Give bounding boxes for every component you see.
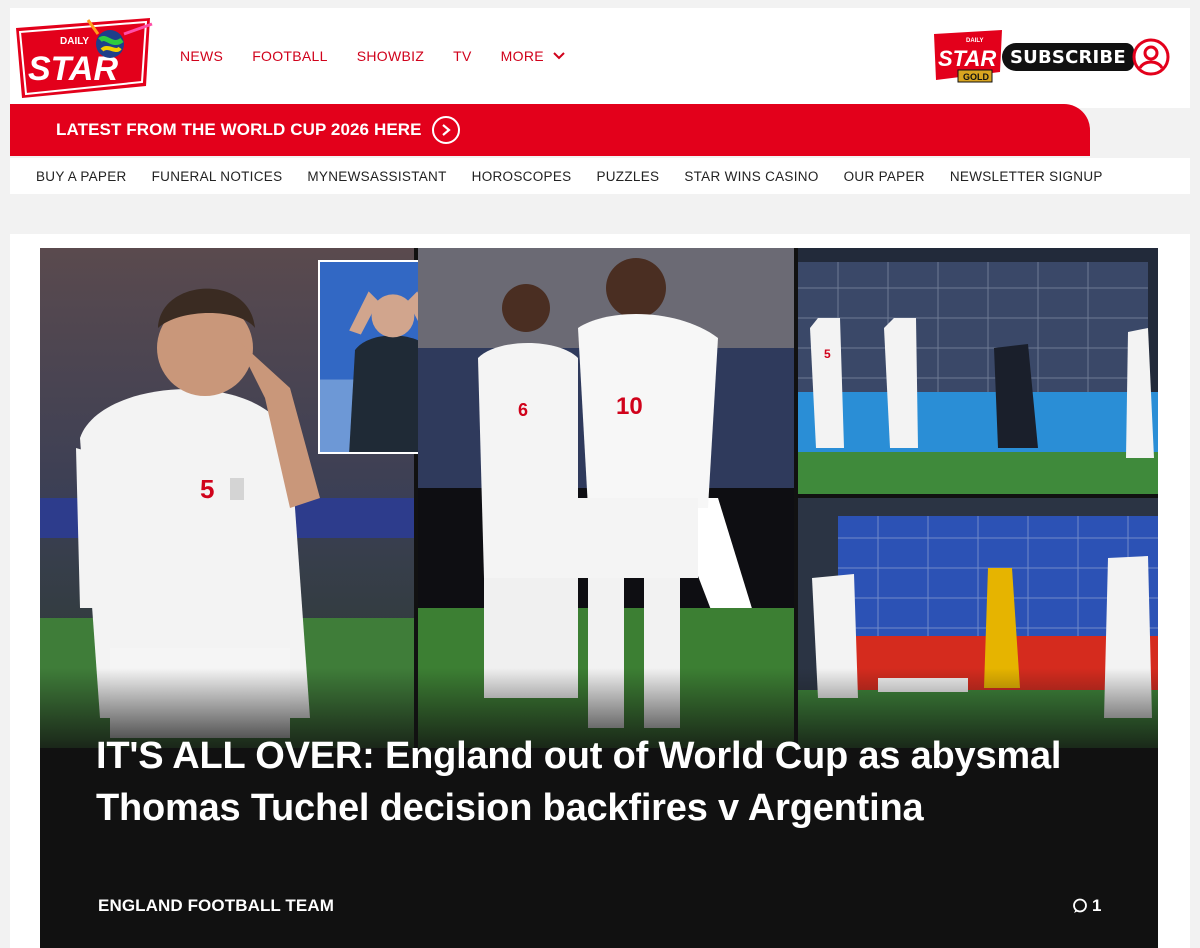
- hero-article[interactable]: 5 6 10 5 IT'S ALL OVER: England out of W…: [40, 248, 1158, 948]
- nav-showbiz[interactable]: SHOWBIZ: [357, 48, 424, 64]
- subnav-newsletter-signup[interactable]: NEWSLETTER SIGNUP: [950, 169, 1103, 184]
- comment-icon: [1073, 898, 1087, 913]
- nav-showbiz-label: SHOWBIZ: [356, 48, 425, 64]
- subnav-star-wins-casino[interactable]: STAR WINS CASINO: [684, 169, 818, 184]
- account-icon[interactable]: [1132, 38, 1170, 76]
- hero-photo-goal-top: 5: [798, 248, 1158, 494]
- gold-small-text: DAILY: [966, 38, 983, 44]
- subnav-puzzles[interactable]: PUZZLES: [596, 169, 659, 184]
- gold-label: GOLD: [963, 72, 989, 82]
- subnav-our-paper[interactable]: OUR PAPER: [844, 169, 925, 184]
- nav-more[interactable]: MORE: [501, 48, 566, 64]
- arrow-right-icon: [431, 116, 460, 144]
- nav-tv-label: TV: [453, 48, 472, 64]
- star-gold-subscribe[interactable]: DAILY STAR GOLD SUBSCRIBE: [932, 30, 1134, 84]
- page: DAILY STAR NEWS FOOTBALL SHOWBIZ TV MORE: [0, 0, 1200, 948]
- comment-count-value: 1: [1092, 896, 1102, 915]
- nav-more-label: MORE: [500, 48, 544, 64]
- main-nav: NEWS FOOTBALL SHOWBIZ TV MORE: [180, 48, 595, 64]
- daily-star-logo[interactable]: DAILY STAR: [12, 14, 158, 100]
- subnav-funeral-notices[interactable]: FUNERAL NOTICES: [152, 169, 283, 184]
- nav-football-label: FOOTBALL: [252, 48, 328, 64]
- nav-football[interactable]: FOOTBALL: [252, 48, 328, 64]
- star-gold-logo: DAILY STAR GOLD: [934, 30, 1002, 83]
- subscribe-button[interactable]: SUBSCRIBE: [1002, 43, 1134, 71]
- comment-count[interactable]: 1: [1072, 896, 1101, 916]
- nav-tv[interactable]: TV: [453, 48, 472, 64]
- subnav-horoscopes[interactable]: HOROSCOPES: [472, 169, 572, 184]
- article-headline[interactable]: IT'S ALL OVER: England out of World Cup …: [96, 730, 1096, 834]
- nav-news-label: NEWS: [180, 48, 224, 64]
- gold-main-text: STAR: [938, 46, 996, 71]
- shirt-number-mid-back: 6: [518, 400, 528, 420]
- shirt-number-left: 5: [200, 474, 214, 504]
- chevron-down-icon: [553, 52, 565, 60]
- subnav-mynewsassistant[interactable]: MYNEWSASSISTANT: [307, 169, 446, 184]
- article-category[interactable]: ENGLAND FOOTBALL TEAM: [98, 896, 334, 916]
- secondary-nav: BUY A PAPER FUNERAL NOTICES MYNEWSASSIST…: [10, 158, 1190, 194]
- banner-text: LATEST FROM THE WORLD CUP 2026 HERE: [56, 120, 422, 139]
- nav-news[interactable]: NEWS: [180, 48, 223, 64]
- logo-small-text: DAILY: [60, 36, 89, 47]
- site-header: DAILY STAR NEWS FOOTBALL SHOWBIZ TV MORE: [10, 8, 1190, 108]
- subnav-buy-a-paper[interactable]: BUY A PAPER: [36, 169, 127, 184]
- world-cup-banner[interactable]: LATEST FROM THE WORLD CUP 2026 HERE: [10, 104, 1090, 156]
- shirt-number-mid-front: 10: [616, 393, 643, 420]
- shirt-number-goal-top: 5: [824, 347, 831, 361]
